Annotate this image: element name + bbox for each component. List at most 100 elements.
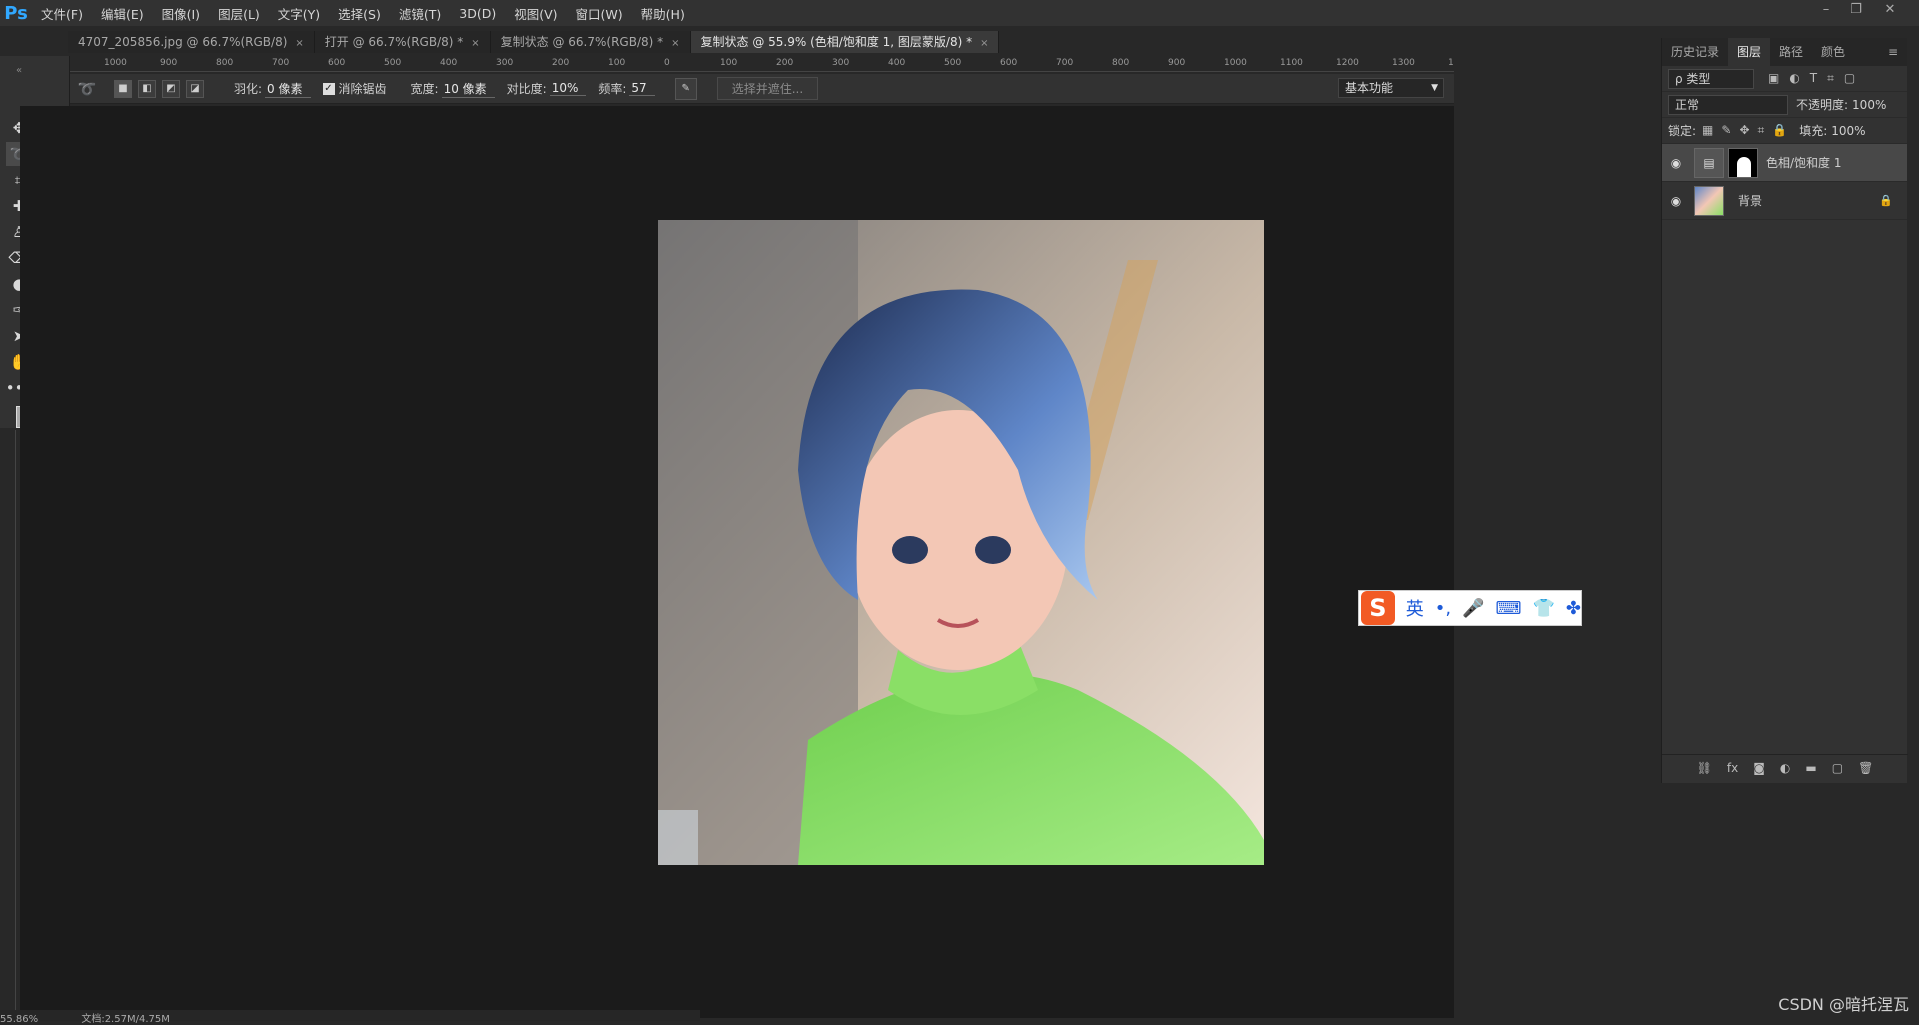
close-icon[interactable]: × — [980, 38, 988, 49]
app-logo: Ps — [0, 0, 32, 26]
close-icon[interactable]: × — [471, 38, 479, 49]
checkbox-icon[interactable]: ✓ — [323, 83, 335, 95]
menu-3d[interactable]: 3D(D) — [450, 6, 505, 21]
menu-file[interactable]: 文件(F) — [32, 4, 92, 23]
menu-type[interactable]: 文字(Y) — [269, 4, 329, 23]
layer-row[interactable]: ◉ 背景 🔒 — [1662, 182, 1907, 220]
opacity-input[interactable]: 100% — [1852, 98, 1886, 112]
document-image[interactable] — [658, 220, 1264, 865]
ime-logo: S — [1361, 591, 1395, 625]
adjustment-icon[interactable]: ◐ — [1780, 761, 1790, 775]
link-icon[interactable]: ⛓ — [1697, 761, 1712, 775]
minimize-icon[interactable]: – — [1812, 0, 1840, 20]
close-icon[interactable]: × — [295, 38, 303, 49]
options-bar: ➰ ■ ◧ ◩ ◪ 羽化: 0 像素 ✓ 消除锯齿 宽度: 10 像素 对比度:… — [68, 74, 1454, 104]
toolbox-icon[interactable]: ✤ — [1566, 598, 1581, 619]
ruler-tick-label: 1400 — [1448, 58, 1454, 68]
menu-image[interactable]: 图像(I) — [153, 4, 209, 23]
menu-window[interactable]: 窗口(W) — [567, 4, 632, 23]
close-icon[interactable]: × — [671, 38, 679, 49]
folder-icon[interactable]: ▬ — [1805, 761, 1816, 775]
illustration-girl — [658, 220, 1264, 865]
contrast-label: 对比度: — [507, 80, 547, 97]
new-selection-icon[interactable]: ■ — [114, 80, 132, 98]
add-mask-icon[interactable]: ◙ — [1753, 761, 1765, 775]
tab-label: 复制状态 @ 66.7%(RGB/8) * — [501, 35, 663, 49]
panel-menu-icon[interactable]: ≡ — [1879, 38, 1907, 66]
restore-icon[interactable]: ❐ — [1842, 0, 1870, 20]
feather-input[interactable]: 0 像素 — [265, 80, 310, 98]
skin-icon[interactable]: 👕 — [1532, 598, 1554, 619]
eye-icon[interactable]: ◉ — [1662, 156, 1690, 170]
ime-toolbar[interactable]: S 英 •, 🎤 ⌨ 👕 ✤ — [1358, 590, 1582, 626]
workspace-label: 基本功能 — [1345, 81, 1393, 95]
subtract-selection-icon[interactable]: ◩ — [162, 80, 180, 98]
close-icon[interactable]: ✕ — [1876, 0, 1904, 20]
zoom-level[interactable]: 55.86% — [0, 1014, 38, 1025]
menu-select[interactable]: 选择(S) — [329, 4, 390, 23]
frequency-input[interactable]: 57 — [629, 81, 654, 96]
select-and-mask-button[interactable]: 选择并遮住... — [717, 77, 818, 100]
ruler-tick-label: 700 — [272, 58, 289, 68]
width-option: 宽度: 10 像素 — [411, 80, 495, 98]
menu-edit[interactable]: 编辑(E) — [92, 4, 153, 23]
blend-mode-select[interactable]: 正常 — [1668, 95, 1788, 115]
new-layer-icon[interactable]: ▢ — [1832, 761, 1843, 775]
add-selection-icon[interactable]: ◧ — [138, 80, 156, 98]
menu-layer[interactable]: 图层(L) — [209, 4, 269, 23]
antialias-option[interactable]: ✓ 消除锯齿 — [323, 80, 387, 97]
tab-history[interactable]: 历史记录 — [1662, 38, 1728, 66]
tab-doc-3[interactable]: 复制状态 @ 66.7%(RGB/8) * × — [491, 31, 691, 53]
fx-icon[interactable]: fx — [1727, 761, 1738, 775]
lasso-tool-preset-icon[interactable]: ➰ — [74, 77, 100, 101]
document-tabs: 4707_205856.jpg @ 66.7%(RGB/8)× 打开 @ 66.… — [68, 31, 999, 53]
frequency-label: 频率: — [598, 80, 626, 97]
filter-kind-select[interactable]: ρ 类型 — [1668, 69, 1754, 89]
ruler-tick-label: 600 — [1000, 58, 1017, 68]
menu-bar: Ps 文件(F) 编辑(E) 图像(I) 图层(L) 文字(Y) 选择(S) 滤… — [0, 0, 1919, 26]
feather-label: 羽化: — [234, 80, 262, 97]
collapse-icon[interactable]: « — [6, 58, 32, 82]
opacity-label: 不透明度: — [1796, 96, 1848, 113]
intersect-selection-icon[interactable]: ◪ — [186, 80, 204, 98]
menu-view[interactable]: 视图(V) — [505, 4, 566, 23]
layer-name[interactable]: 色相/饱和度 1 — [1766, 154, 1842, 171]
keyboard-icon[interactable]: ⌨ — [1496, 598, 1522, 619]
tab-doc-active[interactable]: 复制状态 @ 55.9% (色相/饱和度 1, 图层蒙版/8) *× — [691, 31, 1000, 53]
ruler-tick-label: 200 — [552, 58, 569, 68]
lock-icons[interactable]: ▦✎✥⌗🔒 — [1702, 123, 1795, 138]
pen-pressure-icon[interactable]: ✎ — [675, 78, 697, 100]
ime-punctuation[interactable]: •, — [1435, 598, 1451, 619]
filter-icons[interactable]: ▣◐T⌗▢ — [1768, 71, 1865, 86]
contrast-input[interactable]: 10% — [550, 81, 587, 96]
workspace-select[interactable]: 基本功能 ▼ — [1338, 78, 1444, 98]
watermark: CSDN @暗托涅瓦 — [1778, 991, 1909, 1015]
layer-name[interactable]: 背景 — [1738, 192, 1762, 209]
tab-layers[interactable]: 图层 — [1728, 38, 1770, 66]
width-input[interactable]: 10 像素 — [442, 80, 495, 98]
status-bar: 55.86% 文档:2.57M/4.75M — [0, 1010, 700, 1021]
menu-help[interactable]: 帮助(H) — [632, 4, 694, 23]
tab-color[interactable]: 颜色 — [1812, 38, 1854, 66]
ime-language[interactable]: 英 — [1406, 595, 1424, 621]
menu-filter[interactable]: 滤镜(T) — [390, 4, 450, 23]
ruler-tick-label: 200 — [776, 58, 793, 68]
layer-filter-row: ρ 类型 ▣◐T⌗▢ — [1662, 66, 1907, 92]
ruler-tick-label: 800 — [1112, 58, 1129, 68]
ruler-tick-label: 500 — [944, 58, 961, 68]
chevron-down-icon: ▼ — [1431, 79, 1438, 97]
fill-label: 填充: — [1799, 122, 1827, 139]
ruler-tick-label: 400 — [440, 58, 457, 68]
microphone-icon[interactable]: 🎤 — [1462, 598, 1484, 619]
trash-icon[interactable]: 🗑 — [1858, 761, 1873, 775]
layer-row[interactable]: ◉ ▤ 色相/饱和度 1 — [1662, 144, 1907, 182]
layer-mask-thumb[interactable] — [1728, 148, 1758, 178]
tab-doc-2[interactable]: 打开 @ 66.7%(RGB/8) *× — [315, 31, 491, 53]
tab-doc-1[interactable]: 4707_205856.jpg @ 66.7%(RGB/8)× — [68, 31, 315, 53]
lock-label: 锁定: — [1668, 122, 1696, 139]
doc-info: 文档:2.57M/4.75M — [81, 1014, 170, 1025]
tab-paths[interactable]: 路径 — [1770, 38, 1812, 66]
fill-input[interactable]: 100% — [1831, 124, 1865, 138]
eye-icon[interactable]: ◉ — [1662, 194, 1690, 208]
ruler-tick-label: 1300 — [1392, 58, 1415, 68]
